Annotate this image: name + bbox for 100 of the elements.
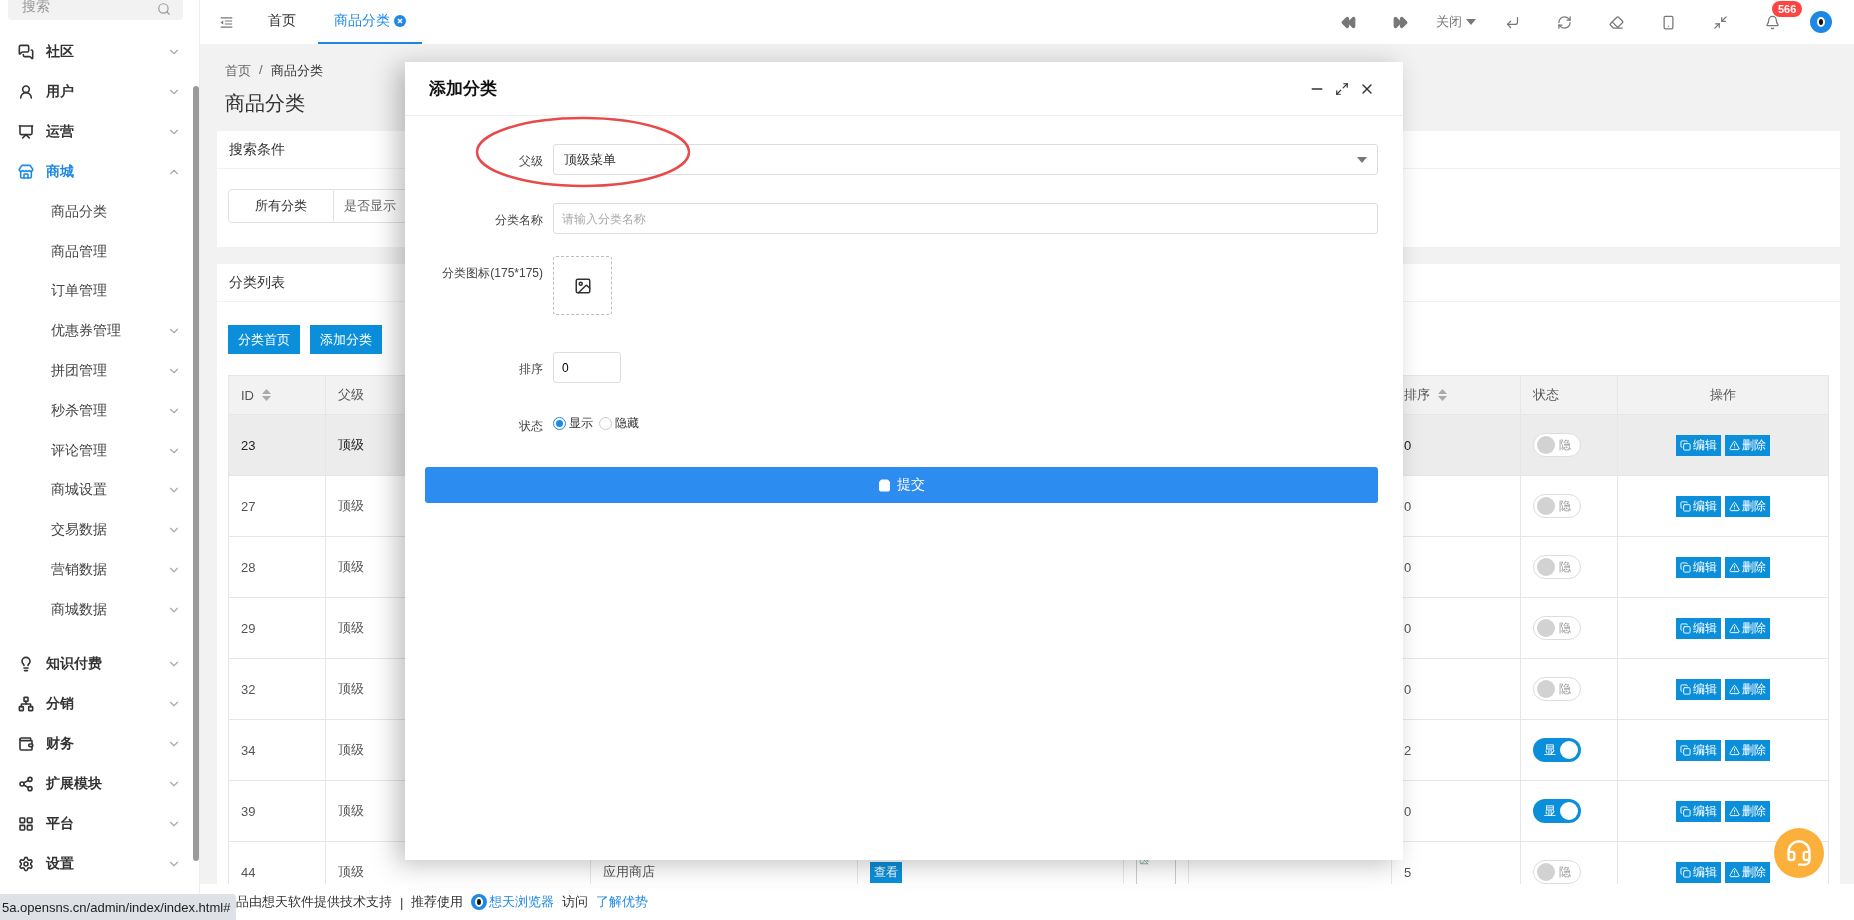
nav-subitem[interactable]: 秒杀管理 xyxy=(0,391,191,431)
status-toggle[interactable]: 隐 xyxy=(1533,494,1581,518)
status-radio[interactable]: 隐藏 xyxy=(599,415,639,432)
status-radio[interactable]: 显示 xyxy=(553,415,593,432)
delete-button[interactable]: 删除 xyxy=(1725,678,1770,700)
page-tab[interactable]: 商品分类 xyxy=(318,0,422,44)
field-label: 状态 xyxy=(518,418,543,435)
copy-icon xyxy=(1680,805,1691,817)
warning-icon xyxy=(1729,622,1740,634)
caret-down-icon xyxy=(1466,19,1476,25)
browser-link[interactable]: 想天浏览器 xyxy=(489,893,555,911)
sort-icon[interactable] xyxy=(1438,389,1447,401)
status-toggle[interactable]: 显 xyxy=(1533,738,1581,762)
field-label: 父级 xyxy=(518,153,543,170)
edit-button[interactable]: 编辑 xyxy=(1676,434,1721,456)
edit-button[interactable]: 编辑 xyxy=(1676,861,1721,883)
sort-input[interactable]: 0 xyxy=(553,352,621,383)
delete-button[interactable]: 删除 xyxy=(1725,617,1770,639)
copy-icon xyxy=(1680,744,1691,756)
nav-subitem[interactable]: 交易数据 xyxy=(0,510,191,551)
table-cell: 28 xyxy=(229,537,326,598)
breadcrumb-link[interactable]: 首页 xyxy=(225,62,251,80)
edit-button[interactable]: 编辑 xyxy=(1676,556,1721,578)
nav-item[interactable]: 社区 xyxy=(0,32,191,72)
sort-icon[interactable] xyxy=(262,389,271,401)
wallet-icon xyxy=(18,735,34,752)
warning-icon xyxy=(1729,561,1740,573)
footer-text: 推荐使用 xyxy=(411,893,464,911)
delete-button[interactable]: 删除 xyxy=(1725,495,1770,517)
edit-button[interactable]: 编辑 xyxy=(1676,800,1721,822)
shrink-icon xyxy=(1712,14,1728,30)
nav-subitem[interactable]: 商品管理 xyxy=(0,231,191,272)
advantage-link[interactable]: 了解优势 xyxy=(596,893,649,911)
copy-icon xyxy=(1680,683,1691,695)
upload-box[interactable] xyxy=(553,256,612,315)
caret-down-icon xyxy=(1357,156,1367,163)
action-button[interactable]: 添加分类 xyxy=(310,325,382,354)
close-menu-dropdown[interactable]: 关闭 xyxy=(1426,0,1486,44)
nav-item[interactable]: 分销 xyxy=(0,683,191,724)
edit-button[interactable]: 编辑 xyxy=(1676,739,1721,761)
status-toggle[interactable]: 显 xyxy=(1533,799,1581,823)
presentation-icon xyxy=(18,124,34,140)
nav-item[interactable]: 知识付费 xyxy=(0,643,191,684)
filter-tab[interactable]: 所有分类 xyxy=(228,189,334,223)
view-button[interactable]: 查看 xyxy=(870,861,902,883)
field-label: 分类名称 xyxy=(494,212,543,229)
edit-button[interactable]: 编辑 xyxy=(1676,617,1721,639)
chat-icon xyxy=(18,44,34,60)
nav-subitem[interactable]: 商品分类 xyxy=(0,192,191,232)
fast-forward-icon xyxy=(1392,14,1408,30)
page-tab[interactable]: 首页 xyxy=(252,0,312,44)
status-toggle[interactable]: 隐 xyxy=(1533,860,1581,884)
status-toggle[interactable]: 隐 xyxy=(1533,433,1581,457)
nav-subitem[interactable]: 评论管理 xyxy=(0,430,191,471)
nav-item[interactable]: 平台 xyxy=(0,803,191,844)
bell-icon xyxy=(1764,14,1780,30)
nav-item[interactable]: 运营 xyxy=(0,112,191,152)
nav-subitem[interactable]: 营销数据 xyxy=(0,550,191,590)
column-header[interactable]: ID xyxy=(229,375,326,415)
browser-logo-icon xyxy=(471,894,488,910)
status-toggle[interactable]: 隐 xyxy=(1533,677,1581,701)
action-button[interactable]: 分类首页 xyxy=(228,325,300,354)
nav-subitem[interactable]: 商城设置 xyxy=(0,470,191,511)
search-field[interactable]: 搜索 xyxy=(8,0,183,20)
status-toggle[interactable]: 隐 xyxy=(1533,555,1581,579)
parent-select[interactable]: 顶级菜单 xyxy=(553,144,1378,175)
nav-item[interactable]: 财务 xyxy=(0,723,191,764)
page-title: 商品分类 xyxy=(225,91,305,116)
delete-button[interactable]: 删除 xyxy=(1725,861,1770,883)
delete-button[interactable]: 删除 xyxy=(1725,800,1770,822)
store-icon xyxy=(18,164,34,180)
status-toggle[interactable]: 隐 xyxy=(1533,616,1581,640)
breadcrumb-link[interactable]: 商品分类 xyxy=(270,62,323,80)
nav-subitem[interactable]: 拼团管理 xyxy=(0,351,191,391)
nav-subitem[interactable]: 商城数据 xyxy=(0,589,191,630)
warning-icon xyxy=(1729,500,1740,512)
nav-subitem[interactable]: 订单管理 xyxy=(0,271,191,312)
nav-item[interactable]: 设置 xyxy=(0,843,191,884)
footer-text: 访问 xyxy=(562,893,589,911)
breadcrumb-separator: / xyxy=(259,62,263,79)
table-cell: 23 xyxy=(229,415,326,476)
maximize-icon[interactable] xyxy=(1335,81,1349,96)
edit-button[interactable]: 编辑 xyxy=(1676,678,1721,700)
delete-button[interactable]: 删除 xyxy=(1725,556,1770,578)
image-icon xyxy=(573,276,592,295)
delete-button[interactable]: 删除 xyxy=(1725,434,1770,456)
delete-button[interactable]: 删除 xyxy=(1725,739,1770,761)
nav-item[interactable]: 用户 xyxy=(0,72,191,112)
eraser-icon xyxy=(1608,14,1624,30)
warning-icon xyxy=(1729,439,1740,451)
warning-icon xyxy=(1729,683,1740,695)
rewind-icon xyxy=(1340,14,1356,30)
user-icon xyxy=(18,84,34,100)
submit-button[interactable]: 提交 xyxy=(425,467,1378,503)
avatar[interactable] xyxy=(1810,11,1832,33)
nav-item[interactable]: 商城 xyxy=(0,152,191,192)
edit-button[interactable]: 编辑 xyxy=(1676,495,1721,517)
name-input[interactable]: 请输入分类名称 xyxy=(553,203,1378,234)
nav-subitem[interactable]: 优惠券管理 xyxy=(0,311,191,352)
nav-item[interactable]: 扩展模块 xyxy=(0,763,191,804)
